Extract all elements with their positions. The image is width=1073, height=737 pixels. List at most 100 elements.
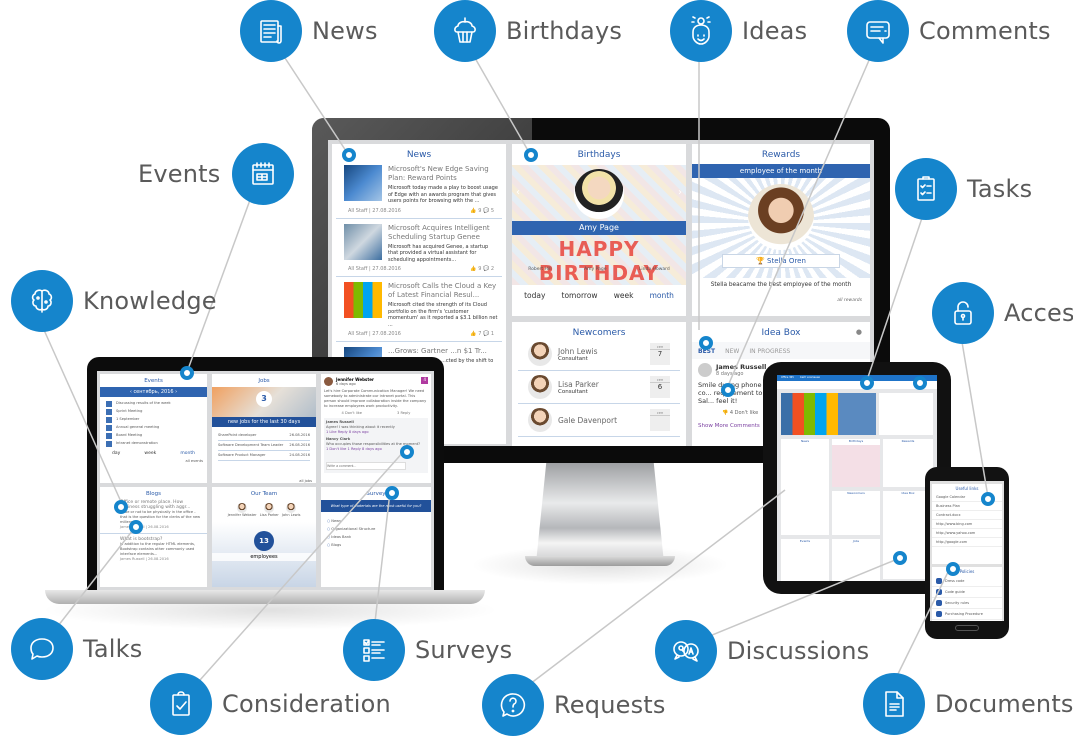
survey-option[interactable]: ○ News [327,519,425,524]
winner-name[interactable]: Stella Oren [767,257,806,265]
event-item[interactable]: Annual general meeting [116,425,159,431]
tab-tomorrow[interactable]: tomorrow [562,291,598,300]
news-item[interactable]: Microsoft's New Edge Saving Plan: Reward… [332,160,506,219]
tab-new[interactable]: NEW [725,348,739,355]
topbar-link[interactable]: Сайт компании [800,376,820,380]
tab-month[interactable]: month [180,451,195,456]
news-item-title[interactable]: Microsoft Calls the Cloud a Key of Lates… [388,282,498,300]
event-item[interactable]: Discussing results of the week [116,401,171,407]
all-rewards-link[interactable]: all rewards [692,292,870,309]
comment-author[interactable]: James Russell [326,420,354,424]
newcomers-widget: Newcomers John Lewis Consultant сен 7 Lisa … [512,322,686,446]
event-item[interactable]: Intranet demonstration [116,441,158,447]
job-item[interactable]: SharePoint developer 26.08.2016 [218,431,310,441]
hotspot-ideas[interactable] [699,336,713,350]
policy-item[interactable]: Corporate policies [932,620,1002,621]
event-item[interactable]: Sprint Meeting [116,409,142,415]
feature-talks[interactable]: Talks [11,618,142,680]
tablet-hero-image[interactable] [781,393,876,435]
birthday-person[interactable]: Robert Hill [528,267,551,272]
news-item-title[interactable]: ...Grows: Gartner ...n $1 Tr... [388,347,498,356]
hotspot-comments[interactable] [721,383,735,397]
hotspot-consideration[interactable] [400,445,414,459]
feature-requests[interactable]: Requests [482,674,666,736]
next-arrow-icon[interactable]: › [678,187,682,198]
feature-label: Consideration [222,690,391,718]
tab-day[interactable]: day [112,451,120,456]
blog-item[interactable]: What is bootstrap? In addition to the reg… [100,534,207,565]
feature-birthdays[interactable]: Birthdays [434,0,622,62]
news-item-title[interactable]: Microsoft Acquires Intelligent Schedulin… [388,224,498,242]
job-item[interactable]: Software Product Manager 24.08.2016 [218,451,310,461]
feature-tasks[interactable]: Tasks [895,158,1032,220]
policy-item[interactable]: Security rules [932,598,1002,609]
policy-item[interactable]: Purchasing Procedure [932,609,1002,620]
newcomer-name: Gale Davenport [558,415,618,425]
news-item[interactable]: Microsoft Calls the Cloud a Key of Lates… [332,277,506,342]
reaction-button[interactable]: 4 Don't like [342,411,362,416]
all-jobs-link[interactable]: all jobs [212,465,316,483]
feature-discussions[interactable]: Discussions [655,620,869,682]
birthday-person[interactable]: Linda Howard [639,267,670,272]
hotspot-talks[interactable] [129,520,143,534]
hotspot-knowledge[interactable] [114,500,128,514]
team-member[interactable]: Lisa Parker [260,503,279,517]
all-events-link[interactable]: all events [100,456,207,467]
survey-option[interactable]: ○ Blogs [327,543,425,548]
link-item[interactable]: http://www.yahoo.com [932,529,1002,538]
feature-news[interactable]: News [240,0,378,62]
idea-author[interactable]: James Russell [716,363,766,371]
feature-comments[interactable]: Comments [847,0,1051,62]
phone-home-button[interactable] [955,625,979,631]
featured-name[interactable]: Amy Page [512,221,686,235]
survey-option[interactable]: ○ Ideas Bank [327,535,425,540]
prev-arrow-icon[interactable]: ‹ [516,187,520,198]
tab-week[interactable]: week [144,451,156,456]
link-item[interactable]: http://google.com [932,538,1002,547]
hotspot-tasks[interactable] [860,376,874,390]
event-item[interactable]: 1 September [116,417,139,423]
feature-documents[interactable]: Documents [863,673,1073,735]
feature-knowledge[interactable]: Knowledge [11,270,217,332]
newcomer-item[interactable]: Lisa Parker Consultant сен 6 [518,371,680,404]
topbar-link[interactable]: Office 365 [781,376,794,380]
survey-option[interactable]: ○ Organizational Structure [327,527,425,532]
comment-input[interactable] [326,462,406,470]
tab-week[interactable]: week [614,291,634,300]
hotspot-discussions[interactable] [893,551,907,565]
reply-count[interactable]: 3 Reply [397,411,410,416]
feature-ideas[interactable]: Ideas [670,0,807,62]
feature-events[interactable]: Events [138,143,295,205]
feature-consideration[interactable]: Consideration [150,673,391,735]
job-item[interactable]: Software Development Team Leader 26.08.20… [218,441,310,451]
hotspot-birthdays[interactable] [524,148,538,162]
policy-item[interactable]: Code guide [932,587,1002,598]
hotspot-news[interactable] [342,148,356,162]
newcomer-item[interactable]: Gale Davenport сен [518,404,680,437]
hotspot-requests[interactable] [913,376,927,390]
news-item[interactable]: Microsoft Acquires Intelligent Schedulin… [332,219,506,277]
widget-title: News [800,439,810,443]
tab-in-progress[interactable]: IN PROGRESS [749,348,790,355]
hotspot-access[interactable] [981,492,995,506]
newcomer-item[interactable]: John Lewis Consultant сен 7 [518,338,680,371]
comment-author[interactable]: Nancy Clark [326,437,350,441]
tab-today[interactable]: today [524,291,545,300]
hotspot-documents[interactable] [946,562,960,576]
hotspot-events[interactable] [180,366,194,380]
events-month-nav[interactable]: ‹ сентябрь, 2016 › [100,387,207,397]
feature-access[interactable]: Access [932,282,1073,344]
link-item[interactable]: Contract.docx [932,511,1002,520]
feature-label: News [312,17,378,45]
news-item-title[interactable]: Microsoft's New Edge Saving Plan: Reward… [388,165,498,183]
policy-item[interactable]: Dress code [932,576,1002,587]
event-item[interactable]: Board Meeting [116,433,142,439]
tab-month[interactable]: month [650,291,674,300]
news-thumbnail [344,282,382,318]
hotspot-surveys[interactable] [385,486,399,500]
feature-surveys[interactable]: Surveys [343,619,512,681]
link-item[interactable]: http://www.bing.com [932,520,1002,529]
team-member[interactable]: Jennifer Webster [228,503,257,517]
birthday-person[interactable]: Amy Page [584,267,606,272]
team-member[interactable]: John Lewis [282,503,300,517]
